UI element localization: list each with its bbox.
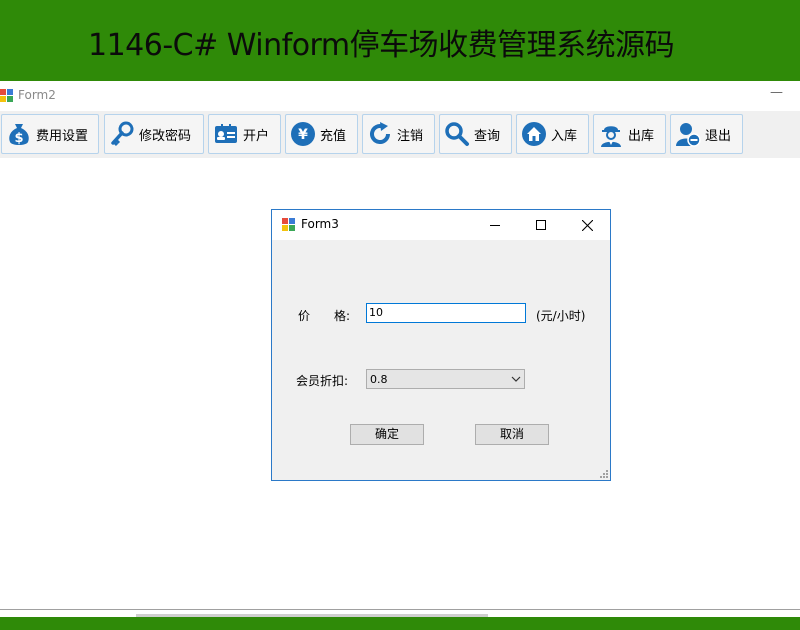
form2-title: Form2	[18, 88, 56, 102]
chevron-down-icon	[508, 370, 524, 388]
toolbar-button-car-out[interactable]: 出库	[593, 114, 666, 154]
minimize-icon	[490, 225, 500, 226]
toolbar-label: 出库	[628, 128, 655, 144]
toolbar-label: 开户	[243, 128, 270, 144]
key-icon	[111, 121, 134, 147]
form2-bottom-border	[0, 609, 800, 610]
price-input[interactable]: 10	[366, 303, 526, 323]
discount-value: 0.8	[370, 372, 388, 386]
form3-titlebar: Form3	[272, 210, 610, 240]
form3-dialog: Form3 价 格: 10 (元/小时) 会员折扣: 0.8 确定 取消	[271, 209, 611, 481]
app-icon	[282, 218, 295, 231]
app-icon	[0, 89, 13, 102]
yen-coin-icon: ¥	[291, 122, 315, 146]
toolbar-button-recharge[interactable]: ¥ 充值	[285, 114, 358, 154]
ok-button[interactable]: 确定	[350, 424, 424, 445]
top-banner: 1146-C# Winform停车场收费管理系统源码	[0, 0, 800, 81]
close-icon	[581, 219, 593, 231]
toolbar-button-car-in[interactable]: 入库	[516, 114, 589, 154]
toolbar-button-cancel-account[interactable]: 注销	[362, 114, 435, 154]
resize-grip-icon[interactable]	[598, 468, 608, 478]
refresh-icon	[370, 122, 390, 144]
toolbar-button-open-account[interactable]: 开户	[208, 114, 281, 154]
money-bag-icon: $	[9, 124, 29, 146]
price-unit-label: (元/小时)	[536, 309, 586, 323]
toolbar-button-fee-settings[interactable]: $ 费用设置	[1, 114, 99, 154]
toolbar-label: 查询	[474, 128, 501, 144]
minimize-button[interactable]	[472, 210, 518, 240]
user-logout-icon	[676, 123, 701, 147]
toolbar-label: 退出	[705, 128, 732, 144]
toolbar-label: 费用设置	[36, 128, 89, 144]
maximize-icon	[536, 220, 546, 230]
svg-text:$: $	[14, 131, 23, 146]
toolbar-button-change-password[interactable]: 修改密码	[104, 114, 204, 154]
banner-title: 1146-C# Winform停车场收费管理系统源码	[88, 28, 675, 63]
toolbar-button-query[interactable]: 查询	[439, 114, 512, 154]
maximize-button[interactable]	[518, 210, 564, 240]
search-icon	[445, 122, 469, 146]
home-icon	[522, 122, 546, 146]
price-label-part: 价	[298, 309, 311, 323]
form2-titlebar: Form2 —	[0, 81, 800, 111]
minimize-button[interactable]: —	[770, 85, 783, 100]
price-label: 价 格:	[298, 307, 350, 324]
worker-icon	[601, 126, 621, 147]
bottom-banner	[0, 617, 800, 630]
cancel-button[interactable]: 取消	[475, 424, 549, 445]
toolbar-label: 注销	[397, 128, 424, 144]
toolbar-label: 入库	[551, 128, 578, 144]
svg-text:¥: ¥	[298, 127, 308, 143]
toolbar-label: 修改密码	[139, 128, 192, 144]
id-card-icon	[215, 124, 237, 143]
form3-title: Form3	[301, 217, 339, 231]
discount-select[interactable]: 0.8	[366, 369, 525, 389]
toolbar-label: 充值	[320, 128, 347, 144]
discount-label: 会员折扣:	[296, 374, 349, 388]
toolbar-button-exit[interactable]: 退出	[670, 114, 743, 154]
toolbar: $ 费用设置 修改密码 开户 ¥ 充值 注销 查询 入库 出库 退出	[0, 111, 800, 158]
price-label-part: 格:	[334, 309, 351, 323]
close-button[interactable]	[564, 210, 610, 240]
